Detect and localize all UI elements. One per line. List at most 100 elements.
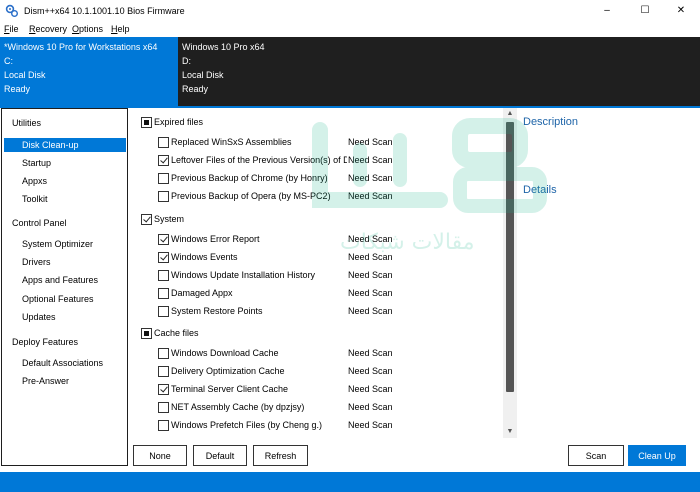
scroll-thumb[interactable] <box>506 122 514 392</box>
item-label: Terminal Server Client Cache <box>171 384 289 394</box>
cleanup-item[interactable]: Windows Update Installation History Need… <box>158 268 503 284</box>
item-checkbox[interactable] <box>158 191 169 202</box>
item-status: Need Scan <box>348 348 393 358</box>
cleanup-item[interactable]: Leftover Files of the Previous Version(s… <box>158 153 503 169</box>
item-checkbox[interactable] <box>158 155 169 166</box>
item-checkbox[interactable] <box>158 402 169 413</box>
scroll-up-icon[interactable]: ▲ <box>503 108 517 120</box>
item-label: Windows Update Installation History <box>171 270 316 280</box>
item-label: Windows Download Cache <box>171 348 279 358</box>
cleanup-list: Expired files Replaced WinSxS Assemblies… <box>129 108 503 438</box>
sidebar-item-apps-and-features[interactable]: Apps and Features <box>4 273 126 287</box>
sidebar-item-optional-features[interactable]: Optional Features <box>4 292 126 306</box>
image-card-active[interactable]: *Windows 10 Pro for Workstations x64 C: … <box>0 37 178 106</box>
menu-recovery-rest: ecovery <box>35 24 68 34</box>
section-system[interactable]: System <box>141 212 341 228</box>
none-button[interactable]: None <box>133 445 187 466</box>
item-status: Need Scan <box>348 306 393 316</box>
sidebar-group-utilities: Utilities <box>12 118 42 128</box>
item-checkbox[interactable] <box>158 173 169 184</box>
cleanup-item[interactable]: Replaced WinSxS Assemblies Need Scan <box>158 135 503 151</box>
sidebar-item-toolkit[interactable]: Toolkit <box>4 192 126 206</box>
list-scrollbar[interactable]: ▲ ▼ <box>503 108 517 438</box>
item-checkbox[interactable] <box>158 252 169 263</box>
menu-options[interactable]: Options <box>72 24 103 34</box>
scan-button[interactable]: Scan <box>568 445 624 466</box>
menu-bar: File Recovery Options Help <box>0 22 700 37</box>
image-name: Windows 10 Pro x64 <box>182 42 265 52</box>
description-heading: Description <box>523 116 579 128</box>
sidebar-item-default-associations[interactable]: Default Associations <box>4 356 126 370</box>
minimize-button[interactable]: – <box>590 0 624 22</box>
item-label: Delivery Optimization Cache <box>171 366 285 376</box>
sidebar-item-pre-answer[interactable]: Pre-Answer <box>4 374 126 388</box>
menu-help[interactable]: Help <box>111 24 130 34</box>
menu-options-key: O <box>72 24 80 34</box>
sidebar-item-updates[interactable]: Updates <box>4 310 126 324</box>
item-label: Replaced WinSxS Assemblies <box>171 137 292 147</box>
default-button[interactable]: Default <box>193 445 247 466</box>
menu-options-rest: ptions <box>79 24 104 34</box>
scroll-down-icon[interactable]: ▼ <box>503 426 517 438</box>
cleanup-item[interactable]: NET Assembly Cache (by dpzjsy) Need Scan <box>158 400 503 416</box>
sidebar-group-deploy-features: Deploy Features <box>12 337 79 347</box>
clean-up-button[interactable]: Clean Up <box>628 445 686 466</box>
watermark-text: مقالات شبكات <box>340 230 475 255</box>
item-status: Need Scan <box>348 420 393 430</box>
item-checkbox[interactable] <box>158 384 169 395</box>
item-label: Previous Backup of Chrome (by Honry) <box>171 173 328 183</box>
sidebar-item-startup[interactable]: Startup <box>4 156 126 170</box>
item-checkbox[interactable] <box>158 420 169 431</box>
item-checkbox[interactable] <box>158 270 169 281</box>
item-checkbox[interactable] <box>158 137 169 148</box>
cleanup-item[interactable]: Damaged Appx Need Scan <box>158 286 503 302</box>
section-checkbox[interactable] <box>141 214 152 225</box>
close-button[interactable]: ✕ <box>664 0 698 22</box>
section-cache-files[interactable]: Cache files <box>141 326 341 342</box>
section-title: System <box>154 214 185 224</box>
menu-file[interactable]: File <box>4 24 19 34</box>
maximize-button[interactable]: ☐ <box>628 0 662 22</box>
refresh-button[interactable]: Refresh <box>253 445 308 466</box>
item-label: Windows Events <box>171 252 238 262</box>
image-name: *Windows 10 Pro for Workstations x64 <box>4 42 158 52</box>
item-status: Need Scan <box>348 173 393 183</box>
item-checkbox[interactable] <box>158 234 169 245</box>
item-status: Need Scan <box>348 191 393 201</box>
image-drive: D: <box>182 56 191 66</box>
item-checkbox[interactable] <box>158 348 169 359</box>
menu-recovery[interactable]: Recovery <box>29 24 67 34</box>
section-checkbox[interactable] <box>141 117 152 128</box>
item-checkbox[interactable] <box>158 288 169 299</box>
menu-file-rest: ile <box>9 24 19 34</box>
details-panel: Description Details <box>518 108 700 466</box>
sidebar: Utilities Disk Clean-up Startup Appxs To… <box>1 108 128 466</box>
item-checkbox[interactable] <box>158 306 169 317</box>
cleanup-item[interactable]: Windows Prefetch Files (by Cheng g.) Nee… <box>158 418 503 434</box>
cleanup-item[interactable]: System Restore Points Need Scan <box>158 304 503 320</box>
item-checkbox[interactable] <box>158 366 169 377</box>
item-label: System Restore Points <box>171 306 263 316</box>
window-title: Dism++x64 10.1.1001.10 Bios Firmware <box>24 6 185 16</box>
cleanup-item[interactable]: Previous Backup of Chrome (by Honry) Nee… <box>158 171 503 187</box>
sidebar-item-system-optimizer[interactable]: System Optimizer <box>4 237 126 251</box>
sidebar-item-drivers[interactable]: Drivers <box>4 255 126 269</box>
item-status: Need Scan <box>348 402 393 412</box>
image-card[interactable]: Windows 10 Pro x64 D: Local Disk Ready <box>178 37 700 106</box>
status-bar <box>0 472 700 492</box>
cleanup-item[interactable]: Terminal Server Client Cache Need Scan <box>158 382 503 398</box>
image-status: Ready <box>182 84 209 94</box>
sidebar-item-disk-clean-up[interactable]: Disk Clean-up <box>4 138 126 152</box>
section-expired-files[interactable]: Expired files <box>141 115 341 131</box>
item-label: Damaged Appx <box>171 288 233 298</box>
sidebar-item-appxs[interactable]: Appxs <box>4 174 126 188</box>
cleanup-item[interactable]: Delivery Optimization Cache Need Scan <box>158 364 503 380</box>
item-status: Need Scan <box>348 155 393 165</box>
item-label: Leftover Files of the Previous Version(s… <box>171 155 347 165</box>
item-label: Previous Backup of Opera (by MS-PC2) <box>171 191 331 201</box>
image-status: Ready <box>4 84 31 94</box>
section-checkbox[interactable] <box>141 328 152 339</box>
cleanup-item[interactable]: Windows Download Cache Need Scan <box>158 346 503 362</box>
details-heading: Details <box>523 184 557 196</box>
cleanup-item[interactable]: Previous Backup of Opera (by MS-PC2) Nee… <box>158 189 503 205</box>
